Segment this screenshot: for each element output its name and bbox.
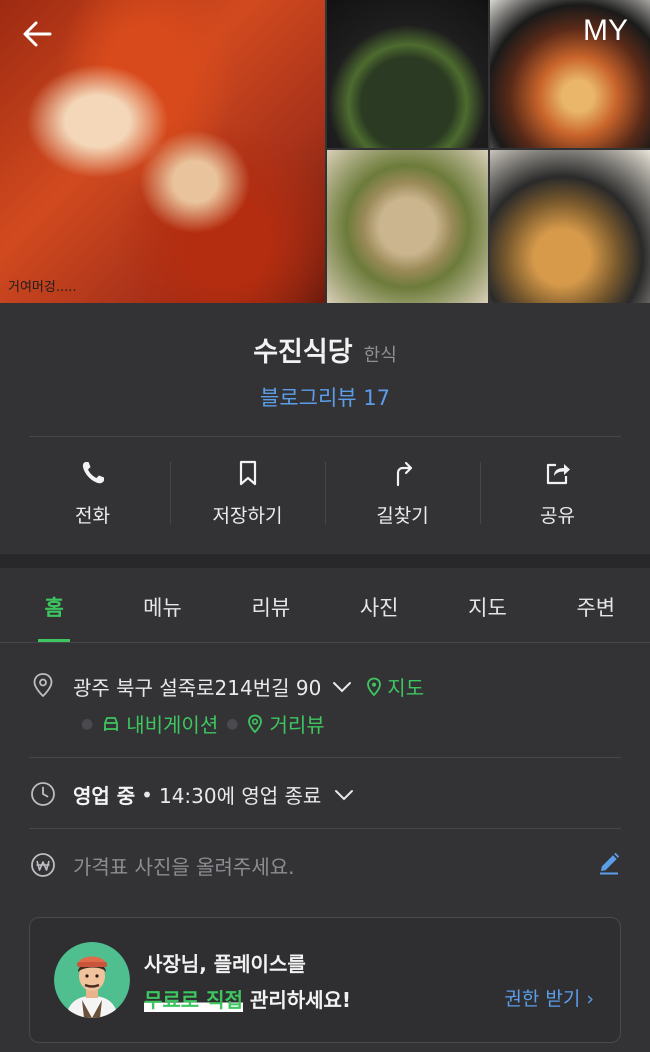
chevron-down-icon[interactable]	[333, 788, 355, 802]
photo-caption: 거여머겅.....	[8, 280, 77, 295]
divider	[29, 436, 621, 437]
owner-avatar	[54, 942, 130, 1018]
business-hours-row[interactable]: 영업 중 • 14:30에 영업 종료	[73, 780, 355, 809]
section-separator	[0, 554, 650, 568]
closing-time: 14:30에 영업 종료	[158, 784, 322, 808]
action-label: 길찾기	[376, 505, 429, 527]
location-pin-icon	[33, 673, 53, 698]
tab-review[interactable]: 리뷰	[217, 568, 325, 642]
blog-review-link[interactable]: 블로그리뷰 17	[0, 382, 650, 412]
address-text: 광주 북구 설죽로214번길 90	[73, 676, 322, 700]
bookmark-icon	[239, 460, 256, 486]
tab-photo[interactable]: 사진	[325, 568, 433, 642]
map-link[interactable]: 지도	[365, 672, 424, 701]
photo-grid[interactable]: 거여머겅.....	[0, 0, 650, 303]
action-label: 전화	[75, 505, 110, 527]
map-link-label: 지도	[387, 676, 425, 700]
tab-nearby[interactable]: 주변	[542, 568, 650, 642]
back-arrow-icon[interactable]	[18, 14, 58, 54]
owner-promo-line2: 무료로 직접 관리하세요!	[144, 984, 351, 1013]
directions-button[interactable]: 길찾기	[325, 450, 480, 530]
tab-home[interactable]: 홈	[0, 568, 108, 642]
share-icon	[546, 463, 570, 485]
edit-pencil-icon[interactable]	[596, 850, 622, 876]
tab-bar: 홈 메뉴 리뷰 사진 지도 주변	[0, 568, 650, 643]
street-view-label: 거리뷰	[269, 713, 325, 737]
car-icon	[104, 716, 119, 731]
divider	[29, 757, 621, 758]
place-title-row: 수진식당 한식	[0, 330, 650, 369]
owner-promo-card[interactable]: 사장님, 플레이스를 무료로 직접 관리하세요! 권한 받기 ›	[29, 917, 621, 1043]
photo-thumb[interactable]	[327, 150, 488, 303]
action-label: 저장하기	[212, 505, 283, 527]
separator-dot: ●	[226, 715, 239, 732]
separator-dot: •	[141, 782, 153, 807]
street-view-icon	[248, 714, 263, 733]
address-sub-links: ● 내비게이션 ● 거리뷰	[73, 709, 325, 738]
phone-icon	[82, 462, 104, 484]
my-button[interactable]: MY	[583, 14, 628, 48]
action-label: 공유	[540, 505, 575, 527]
divider	[29, 828, 621, 829]
owner-promo-line1: 사장님, 플레이스를	[144, 952, 306, 976]
navigation-label: 내비게이션	[126, 713, 219, 737]
tab-menu[interactable]: 메뉴	[108, 568, 216, 642]
action-bar: 전화 저장하기 길찾기 공유	[15, 450, 635, 530]
map-pin-icon	[367, 677, 382, 696]
separator-dot: ●	[81, 715, 94, 732]
street-view-link[interactable]: 거리뷰	[246, 709, 325, 738]
owner-promo-line2-rest: 관리하세요!	[242, 988, 352, 1012]
share-button[interactable]: 공유	[480, 450, 635, 530]
chevron-down-icon[interactable]	[331, 680, 353, 694]
place-category: 한식	[363, 345, 397, 366]
navigation-link[interactable]: 내비게이션	[101, 709, 218, 738]
tab-map[interactable]: 지도	[433, 568, 541, 642]
save-button[interactable]: 저장하기	[170, 450, 325, 530]
photo-thumb[interactable]	[327, 0, 488, 148]
directions-icon	[396, 461, 412, 487]
get-permission-link[interactable]: 권한 받기 ›	[504, 984, 594, 1011]
open-status: 영업 중	[73, 784, 136, 808]
price-placeholder[interactable]: 가격표 사진을 올려주세요.	[73, 851, 294, 880]
call-button[interactable]: 전화	[15, 450, 170, 530]
won-currency-icon	[31, 853, 55, 877]
address-row: 광주 북구 설죽로214번길 90 지도	[73, 672, 424, 701]
owner-promo-highlight: 무료로 직접	[144, 988, 243, 1012]
clock-icon	[31, 782, 55, 806]
place-name: 수진식당	[253, 337, 353, 368]
photo-thumb[interactable]	[490, 150, 650, 303]
